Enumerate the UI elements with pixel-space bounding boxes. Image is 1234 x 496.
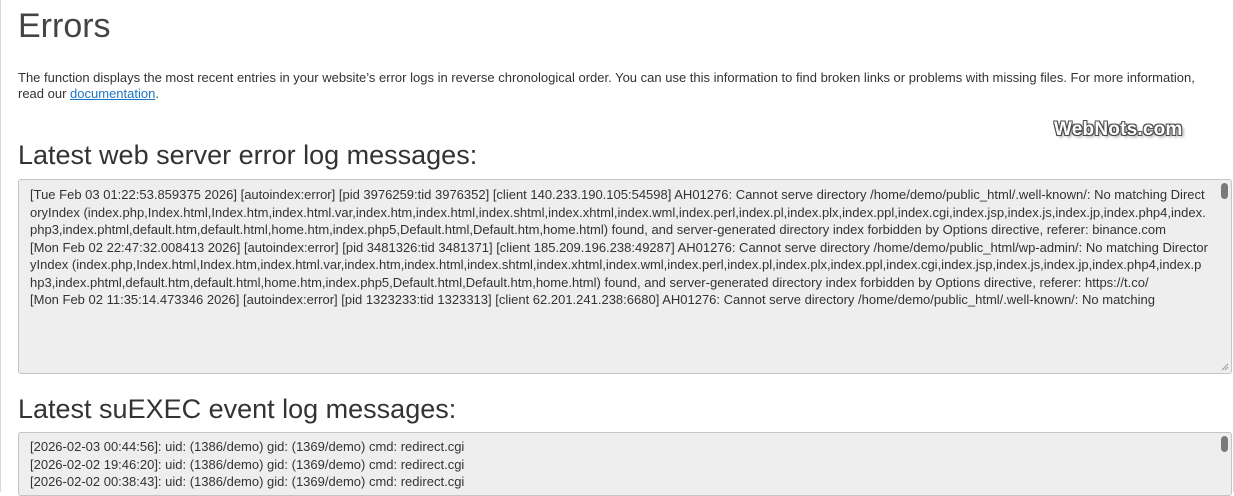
log-entry: [2026-02-03 00:44:56]: uid: (1386/demo) … (30, 439, 465, 454)
log-entry: [Mon Feb 02 11:35:14.473346 2026] [autoi… (30, 292, 1155, 307)
suexec-log-heading: Latest suEXEC event log messages: (18, 394, 457, 424)
suexec-log-scrollbar-thumb[interactable] (1221, 436, 1228, 452)
suexec-log-content: [2026-02-03 00:44:56]: uid: (1386/demo) … (30, 438, 1208, 491)
webnots-watermark: WebNots.com (1054, 119, 1183, 140)
log-entry: [Tue Feb 03 01:22:53.859375 2026] [autoi… (30, 187, 1206, 237)
page-title: Errors (18, 7, 111, 45)
log-entry: [Mon Feb 02 22:47:32.008413 2026] [autoi… (30, 239, 1208, 290)
intro-end: . (155, 86, 159, 101)
log-entry: [2026-02-02 00:38:43]: uid: (1386/demo) … (30, 474, 465, 489)
web-error-log-content: [Tue Feb 03 01:22:53.859375 2026] [autoi… (30, 186, 1208, 309)
log-entry: [2026-02-02 19:46:20]: uid: (1386/demo) … (30, 456, 465, 472)
errors-page: Errors The function displays the most re… (0, 0, 1234, 496)
resize-grip-icon[interactable] (1221, 363, 1229, 371)
web-error-log-textarea[interactable]: [Tue Feb 03 01:22:53.859375 2026] [autoi… (18, 179, 1232, 374)
web-log-scrollbar-thumb[interactable] (1221, 183, 1228, 199)
suexec-log-textarea[interactable]: [2026-02-03 00:44:56]: uid: (1386/demo) … (18, 432, 1232, 496)
documentation-link[interactable]: documentation (70, 86, 155, 101)
intro-description: The function displays the most recent en… (18, 70, 1218, 102)
intro-text: The function displays the most recent en… (18, 70, 1195, 101)
web-error-log-heading: Latest web server error log messages: (18, 140, 478, 170)
